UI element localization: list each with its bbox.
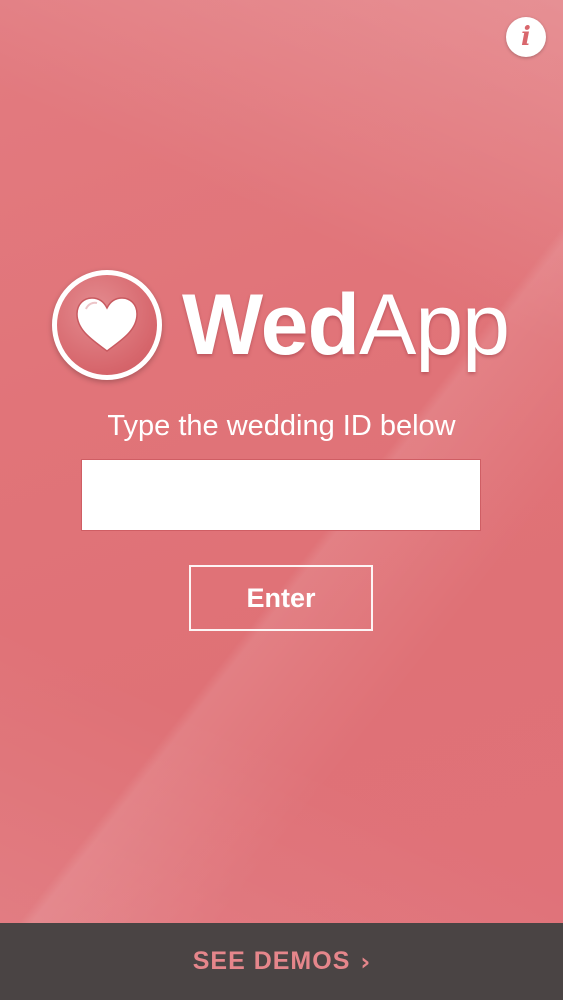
chevron-right-icon: › <box>360 947 371 976</box>
wedding-id-prompt: Type the wedding ID below <box>107 410 456 442</box>
wedding-id-input[interactable] <box>81 459 481 531</box>
logo-text-light: App <box>358 277 510 373</box>
enter-button[interactable]: Enter <box>189 565 373 631</box>
logo-badge <box>52 270 162 380</box>
see-demos-label: SEE DEMOS <box>192 947 351 975</box>
see-demos-button[interactable]: SEE DEMOS › <box>0 923 563 1000</box>
logo-text-bold: Wed <box>182 277 360 373</box>
heart-icon <box>76 297 138 352</box>
wedapp-logo: WedApp <box>52 270 510 380</box>
info-button[interactable]: i <box>506 17 546 57</box>
logo-wordmark: WedApp <box>182 282 510 368</box>
info-icon: i <box>521 22 531 52</box>
